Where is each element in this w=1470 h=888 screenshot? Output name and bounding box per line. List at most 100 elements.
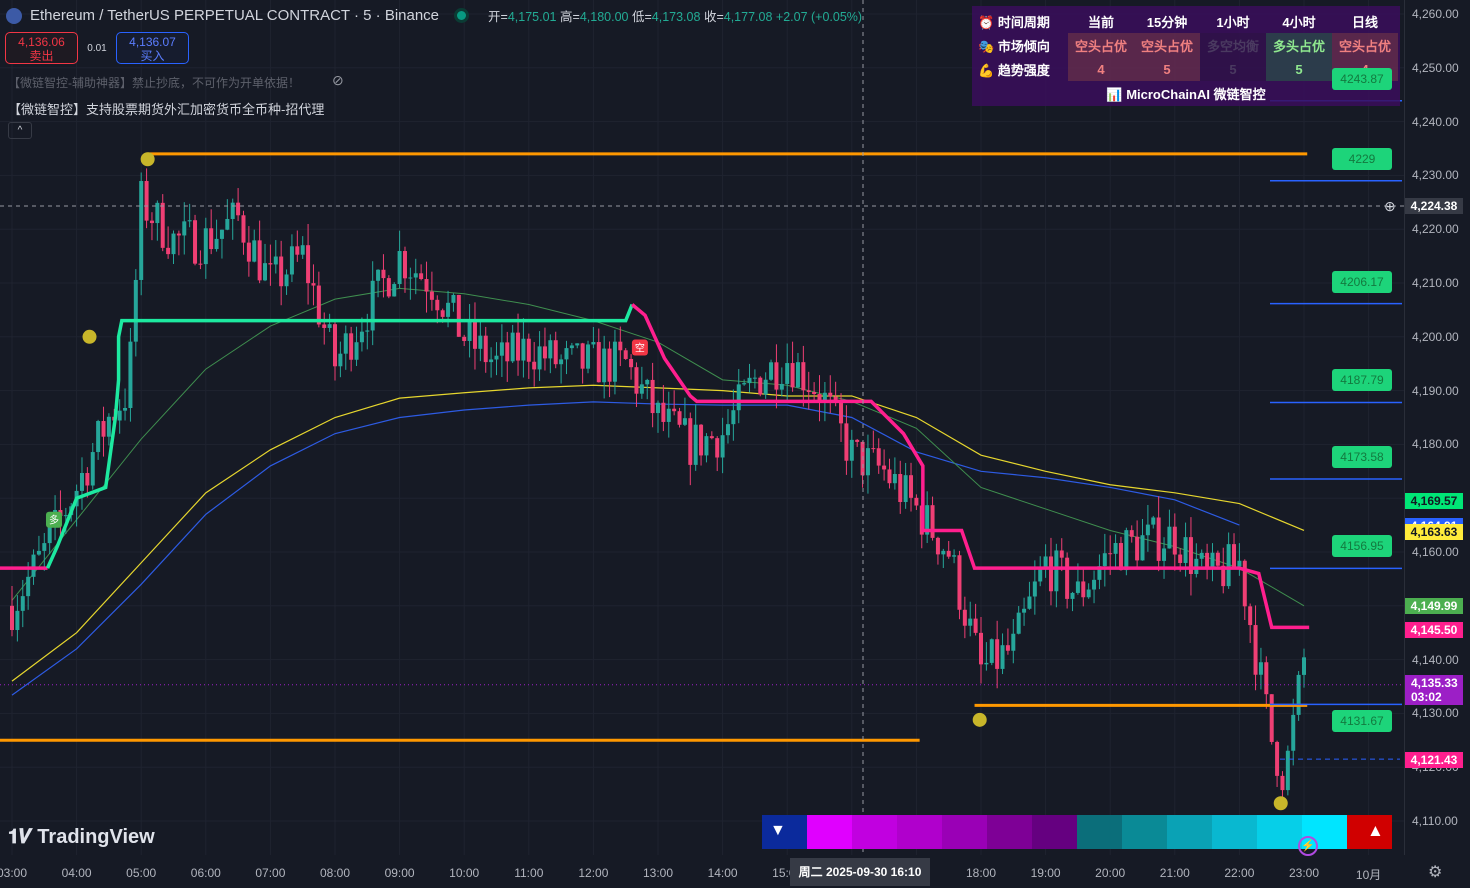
candle-body xyxy=(946,550,951,557)
candle-body xyxy=(365,330,370,332)
symbol-title[interactable]: Ethereum / TetherUS PERPETUAL CONTRACT ·… xyxy=(30,7,439,24)
candle-body xyxy=(246,242,251,262)
candle-body xyxy=(402,251,407,279)
candle-body xyxy=(359,331,364,343)
sell-button[interactable]: 4,136.06 卖出 xyxy=(5,32,78,64)
candle-body xyxy=(311,283,316,286)
indicator-legend-1[interactable]: 【微链智控-辅助神器】禁止抄底，不可作为开单依据！ xyxy=(8,74,300,91)
candle-body xyxy=(1102,553,1107,567)
time-tick: 03:00 xyxy=(0,866,28,880)
trend-panel: ⏰ 时间周期 当前 15分钟 1小时 4小时 日线 🎭 市场倾向 空头占优 空头占优 多空均衡多… xyxy=(972,6,1400,106)
strip-segment xyxy=(1032,815,1077,849)
tradingview-logo[interactable]: 𝟏𝑽 TradingView xyxy=(8,826,155,849)
candle-body xyxy=(1253,625,1258,675)
candle-body xyxy=(553,340,558,365)
candle-body xyxy=(47,526,52,544)
candle-body xyxy=(15,610,20,631)
eye-hidden-icon[interactable]: ⊘ xyxy=(332,72,344,89)
candle-body xyxy=(1296,674,1301,715)
candle-body xyxy=(1070,592,1075,599)
settings-icon[interactable]: ⚙ xyxy=(1428,862,1442,882)
candle-body xyxy=(20,596,25,611)
time-tick: 06:00 xyxy=(190,866,221,880)
candle-body xyxy=(26,576,31,597)
trend-cell: 空头占优 xyxy=(1332,33,1398,57)
candle-body xyxy=(182,221,187,236)
candle-body xyxy=(752,377,757,379)
time-tick: 18:00 xyxy=(965,866,997,880)
strip-segment xyxy=(1257,815,1302,849)
collapse-legend-button[interactable]: ^ xyxy=(8,122,32,139)
trend-cell: 多头占优 xyxy=(1266,33,1332,57)
buy-button[interactable]: 4,136.07 买入 xyxy=(116,32,189,64)
target-label: 4187.79 xyxy=(1332,369,1392,392)
candle-body xyxy=(36,550,41,555)
price-tag: 4,149.99 xyxy=(1405,597,1463,614)
candle-body xyxy=(898,474,903,503)
candle-body xyxy=(327,324,332,328)
price-chart[interactable]: 多空 xyxy=(0,0,1404,855)
candle-body xyxy=(1172,526,1177,555)
signal-marker-label: 多 xyxy=(49,514,59,527)
crosshair-price-label: 4,224.38 xyxy=(1405,198,1463,214)
candle-body xyxy=(300,245,305,255)
candle-body xyxy=(1022,608,1027,613)
candle-body xyxy=(1178,554,1183,563)
price-tag: 4,145.50 xyxy=(1405,622,1463,638)
candle-body xyxy=(855,439,860,442)
candle-body xyxy=(569,345,574,349)
candle-body xyxy=(295,246,300,255)
candle-body xyxy=(419,273,424,280)
candle-body xyxy=(1113,543,1118,554)
candle-body xyxy=(289,246,294,275)
candle-body xyxy=(10,605,14,631)
spread: 0.01 xyxy=(87,42,107,54)
candle-body xyxy=(930,505,935,538)
candle-body xyxy=(187,220,192,222)
candle-body xyxy=(1027,596,1032,609)
add-alert-icon[interactable]: ⊕ xyxy=(1384,198,1396,215)
time-tick: 10月 xyxy=(1355,868,1382,882)
candle-body xyxy=(193,220,198,264)
time-tick: 21:00 xyxy=(1159,866,1190,880)
trend-cell: 空头占优 xyxy=(1134,33,1200,57)
candle-body xyxy=(844,423,849,461)
candle-body xyxy=(214,238,219,250)
time-tick: 11:00 xyxy=(514,866,544,880)
panel-header: 1小时 xyxy=(1216,14,1250,30)
candle-body xyxy=(516,332,521,361)
price-tick: 4,190.00 xyxy=(1412,383,1459,398)
candle-body xyxy=(284,274,289,287)
indicator-legend-2[interactable]: 【微链智控】支持股票期货外汇加密货币全币种-招代理 xyxy=(8,99,324,118)
candle-body xyxy=(456,294,461,337)
candle-body xyxy=(801,362,806,391)
candle-body xyxy=(865,448,870,476)
candle-body xyxy=(704,436,709,456)
candle-body xyxy=(979,632,983,665)
candle-body xyxy=(160,202,165,248)
candle-body xyxy=(769,362,774,380)
candle-body xyxy=(268,263,273,265)
candle-body xyxy=(725,424,730,436)
candle-body xyxy=(316,285,321,325)
candle-body xyxy=(171,233,176,255)
candle-body xyxy=(580,343,585,369)
lightning-icon[interactable]: ⚡ xyxy=(1298,836,1318,856)
candle-body xyxy=(1048,556,1053,592)
target-label: 4131.67 xyxy=(1332,710,1392,733)
candle-body xyxy=(96,421,101,453)
candle-body xyxy=(236,202,241,216)
candle-body xyxy=(424,279,429,292)
candle-body xyxy=(117,410,122,421)
candle-body xyxy=(392,284,397,297)
panel-strength-label: 💪 趋势强度 xyxy=(978,62,1050,78)
signal-dot xyxy=(82,329,97,344)
price-tick: 4,230.00 xyxy=(1412,168,1459,183)
market-status-icon xyxy=(457,11,467,20)
candle-body xyxy=(494,355,499,360)
candle-body xyxy=(128,341,133,409)
candle-body xyxy=(505,342,510,362)
candle-body xyxy=(510,332,515,362)
candle-body xyxy=(1215,552,1220,566)
candle-body xyxy=(833,396,838,401)
